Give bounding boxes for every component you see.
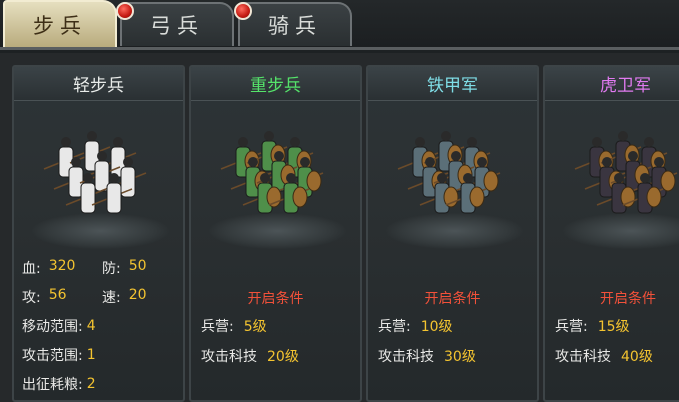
unit-type-tabbar: 步兵 弓兵 骑兵 [0,0,679,50]
tech-label: 攻击科技 [201,349,257,365]
unit-art-tiger-guard [545,101,679,251]
unit-name: 轻步兵 [14,67,183,101]
tech-requirement: 攻击科技 20级 [201,346,299,366]
unlock-condition-title: 开启条件 [424,291,481,307]
unit-name: 重步兵 [191,67,360,101]
tech-label: 攻击科技 [555,349,611,365]
unit-card-light-infantry[interactable]: 轻步兵 血: 320 防: 50 攻: 56 速: 20 移动范围: 4 攻击范围: 1 出… [12,65,185,402]
tab-infantry-label: 步兵 [33,13,87,38]
tech-requirement: 攻击科技 40级 [555,346,653,366]
barracks-label: 兵营: [378,319,411,335]
unlock-condition-title: 开启条件 [247,291,304,307]
barracks-label: 兵营: [201,319,234,335]
tab-archer-label: 弓兵 [150,14,204,38]
atk-value: 56 [48,286,67,303]
def-label: 防: [102,260,121,277]
unit-list: 轻步兵 血: 320 防: 50 攻: 56 速: 20 移动范围: 4 攻击范围: 1 出… [0,53,679,402]
unit-name: 虎卫军 [545,67,679,101]
unit-card-tiger-guard[interactable]: 虎卫军 开启条件 兵营: 15级 攻击科技 40级 [543,65,679,402]
tab-archer[interactable]: 弓兵 [116,2,234,46]
red-dot-notification-icon [234,2,252,20]
barracks-requirement: 兵营: 15级 [555,316,630,336]
hp-label: 血: [22,260,41,277]
tab-infantry[interactable]: 步兵 [3,0,117,47]
barracks-value: 15级 [597,319,630,335]
move-range-value: 4 [86,317,96,334]
tech-value: 20级 [267,349,299,365]
barracks-requirement: 兵营: 10级 [378,316,453,336]
tab-cavalry[interactable]: 骑兵 [234,2,352,46]
hp-value: 320 [48,257,76,274]
tech-requirement: 攻击科技 30级 [378,346,476,366]
atk-label: 攻: [22,289,41,306]
barracks-value: 10级 [420,319,453,335]
food-cost-label: 出征耗粮: [22,376,83,393]
unit-art-iron-armor [368,101,537,251]
unlock-condition-title: 开启条件 [600,291,656,307]
move-range-label: 移动范围: [22,318,83,335]
unit-name: 铁甲军 [368,67,537,101]
tech-label: 攻击科技 [378,349,434,365]
attack-range-label: 攻击范围: [22,347,83,364]
tech-value: 30级 [444,349,476,365]
food-cost-value: 2 [86,375,96,392]
spd-value: 20 [128,286,147,303]
def-value: 50 [128,257,147,274]
red-dot-notification-icon [116,2,134,20]
unit-art-light-infantry [14,101,183,251]
attack-range-value: 1 [86,346,96,363]
tech-value: 40级 [621,349,653,365]
unit-art-heavy-infantry [191,101,360,251]
barracks-label: 兵营: [555,319,588,335]
tab-cavalry-label: 骑兵 [268,14,322,38]
unit-card-iron-armor[interactable]: 铁甲军 开启条件 兵营: 10级 攻击科技 30级 [366,65,539,402]
unit-card-heavy-infantry[interactable]: 重步兵 开启条件 兵营: 5级 攻击科技 20级 [189,65,362,402]
barracks-requirement: 兵营: 5级 [201,316,267,336]
unit-stats: 血: 320 防: 50 攻: 56 速: 20 移动范围: 4 攻击范围: 1 出征耗粮:… [22,253,182,398]
spd-label: 速: [102,289,121,306]
barracks-value: 5级 [243,319,267,335]
